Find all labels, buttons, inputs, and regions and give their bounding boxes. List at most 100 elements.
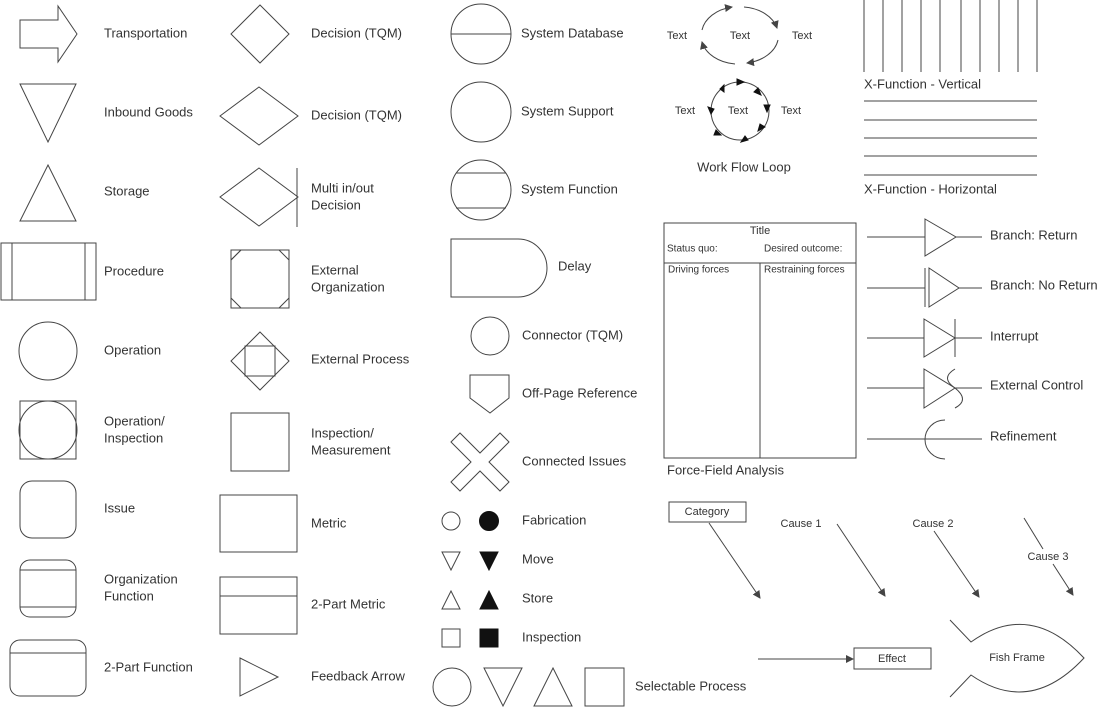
fishbone-category[interactable]: Category <box>668 501 761 599</box>
svg-text:Force-Field Analysis: Force-Field Analysis <box>667 462 785 477</box>
connector-shape[interactable]: Connector (TQM) <box>470 316 623 356</box>
svg-text:Decision (TQM): Decision (TQM) <box>311 107 402 122</box>
inspection-measurement-shape[interactable]: Inspection/ Measurement <box>230 412 391 472</box>
svg-text:Text: Text <box>781 105 801 117</box>
fabrication-shapes[interactable]: Fabrication <box>441 511 586 531</box>
svg-text:Off-Page Reference: Off-Page Reference <box>522 385 637 400</box>
svg-text:Status quo:: Status quo: <box>667 244 718 255</box>
metric-shape[interactable]: Metric <box>219 494 347 553</box>
svg-text:Operation: Operation <box>104 342 161 357</box>
svg-text:Function: Function <box>104 588 154 603</box>
svg-text:Fish Frame: Fish Frame <box>989 652 1045 664</box>
fishbone-cause-2[interactable]: Cause 2 <box>913 518 980 598</box>
svg-text:System Database: System Database <box>521 25 624 40</box>
tqm-shapes-stencil: Transportation Inbound Goods Storage Pro… <box>0 0 1098 707</box>
svg-text:Branch: No Return: Branch: No Return <box>990 277 1098 292</box>
svg-text:Delay: Delay <box>558 258 592 273</box>
inbound-goods-shape[interactable]: Inbound Goods <box>19 83 193 144</box>
fish-frame-shape[interactable]: Fish Frame <box>949 619 1085 698</box>
x-function-vertical-shape[interactable]: X-Function - Vertical <box>863 0 1038 91</box>
two-part-metric-shape[interactable]: 2-Part Metric <box>219 576 386 635</box>
svg-text:Cause 2: Cause 2 <box>913 518 954 530</box>
fishbone-effect[interactable]: Effect <box>758 647 932 670</box>
fishbone-cause-1[interactable]: Cause 1 <box>781 518 886 597</box>
svg-text:2-Part Metric: 2-Part Metric <box>311 596 386 611</box>
svg-text:Issue: Issue <box>104 500 135 515</box>
svg-text:System Function: System Function <box>521 181 618 196</box>
branch-no-return-shape[interactable]: Branch: No Return <box>867 267 1098 308</box>
branch-return-shape[interactable]: Branch: Return <box>867 218 1077 257</box>
svg-text:Metric: Metric <box>311 515 347 530</box>
svg-text:Operation/: Operation/ <box>104 413 165 428</box>
svg-text:Work Flow Loop: Work Flow Loop <box>697 159 791 174</box>
move-shapes[interactable]: Move <box>441 551 554 572</box>
svg-text:Cause 3: Cause 3 <box>1028 551 1069 563</box>
external-process-shape[interactable]: External Process <box>230 331 410 391</box>
svg-text:Storage: Storage <box>104 183 150 198</box>
multi-decision-shape[interactable]: Multi in/out Decision <box>219 167 374 227</box>
svg-text:Selectable Process: Selectable Process <box>635 678 747 693</box>
system-function-shape[interactable]: System Function <box>450 159 618 221</box>
operation-shape[interactable]: Operation <box>18 321 161 381</box>
svg-text:Interrupt: Interrupt <box>990 328 1039 343</box>
svg-text:Text: Text <box>667 30 687 42</box>
svg-text:X-Function - Horizontal: X-Function - Horizontal <box>864 181 997 196</box>
refinement-shape[interactable]: Refinement <box>867 419 1057 460</box>
svg-text:Text: Text <box>730 30 750 42</box>
svg-text:Organization: Organization <box>311 279 385 294</box>
svg-text:2-Part Function: 2-Part Function <box>104 659 193 674</box>
svg-text:Decision (TQM): Decision (TQM) <box>311 25 402 40</box>
feedback-arrow-shape[interactable]: Feedback Arrow <box>239 657 406 697</box>
issue-shape[interactable]: Issue <box>19 480 135 539</box>
svg-text:Inbound Goods: Inbound Goods <box>104 104 193 119</box>
connected-issues-shape[interactable]: Connected Issues <box>450 432 627 492</box>
svg-text:Move: Move <box>522 551 554 566</box>
svg-text:Desired outcome:: Desired outcome: <box>764 244 842 255</box>
system-support-shape[interactable]: System Support <box>450 81 614 143</box>
store-shapes[interactable]: Store <box>441 589 553 610</box>
external-organization-shape[interactable]: External Organization <box>230 249 385 309</box>
svg-text:Text: Text <box>792 30 812 42</box>
svg-text:Connector (TQM): Connector (TQM) <box>522 327 623 342</box>
off-page-reference-shape[interactable]: Off-Page Reference <box>469 374 637 414</box>
operation-inspection-shape[interactable]: Operation/ Inspection <box>18 400 165 460</box>
svg-text:Effect: Effect <box>878 653 906 665</box>
fishbone-cause-3[interactable]: Cause 3 <box>1023 517 1074 596</box>
svg-text:Inspection/: Inspection/ <box>311 425 374 440</box>
svg-text:Store: Store <box>522 590 553 605</box>
transportation-shape[interactable]: Transportation <box>19 4 187 64</box>
x-function-horizontal-shape[interactable]: X-Function - Horizontal <box>864 100 1037 196</box>
svg-text:Inspection: Inspection <box>104 430 163 445</box>
svg-text:Driving forces: Driving forces <box>668 265 729 276</box>
svg-text:Multi in/out: Multi in/out <box>311 180 374 195</box>
system-database-shape[interactable]: System Database <box>450 3 624 65</box>
external-control-shape[interactable]: External Control <box>867 368 1083 409</box>
work-flow-loop-shape[interactable]: Text Text Text Text Text Text Work Flow … <box>667 4 812 174</box>
selectable-process-shapes[interactable]: Selectable Process <box>432 666 747 707</box>
organization-function-shape[interactable]: Organization Function <box>19 559 178 618</box>
svg-text:Branch: Return: Branch: Return <box>990 227 1077 242</box>
svg-text:External Process: External Process <box>311 351 410 366</box>
svg-text:Restraining forces: Restraining forces <box>764 265 845 276</box>
decision-tqm-wide-shape[interactable]: Decision (TQM) <box>219 86 402 146</box>
svg-text:Organization: Organization <box>104 571 178 586</box>
svg-text:Procedure: Procedure <box>104 263 164 278</box>
inspection-shapes[interactable]: Inspection <box>441 628 581 648</box>
svg-text:Fabrication: Fabrication <box>522 512 586 527</box>
decision-tqm-shape[interactable]: Decision (TQM) <box>230 4 402 64</box>
svg-text:Decision: Decision <box>311 197 361 212</box>
svg-text:External: External <box>311 262 359 277</box>
svg-text:Inspection: Inspection <box>522 629 581 644</box>
svg-text:Refinement: Refinement <box>990 428 1057 443</box>
procedure-shape[interactable]: Procedure <box>0 242 164 301</box>
svg-text:Transportation: Transportation <box>104 25 187 40</box>
force-field-analysis-shape[interactable]: Title Status quo: Desired outcome: Drivi… <box>663 222 857 477</box>
svg-text:Text: Text <box>675 105 695 117</box>
storage-shape[interactable]: Storage <box>19 163 150 222</box>
two-part-function-shape[interactable]: 2-Part Function <box>9 639 193 697</box>
delay-shape[interactable]: Delay <box>450 238 592 298</box>
interrupt-shape[interactable]: Interrupt <box>867 318 1039 358</box>
svg-text:Text: Text <box>728 105 748 117</box>
svg-text:X-Function - Vertical: X-Function - Vertical <box>864 76 981 91</box>
svg-text:Measurement: Measurement <box>311 442 391 457</box>
